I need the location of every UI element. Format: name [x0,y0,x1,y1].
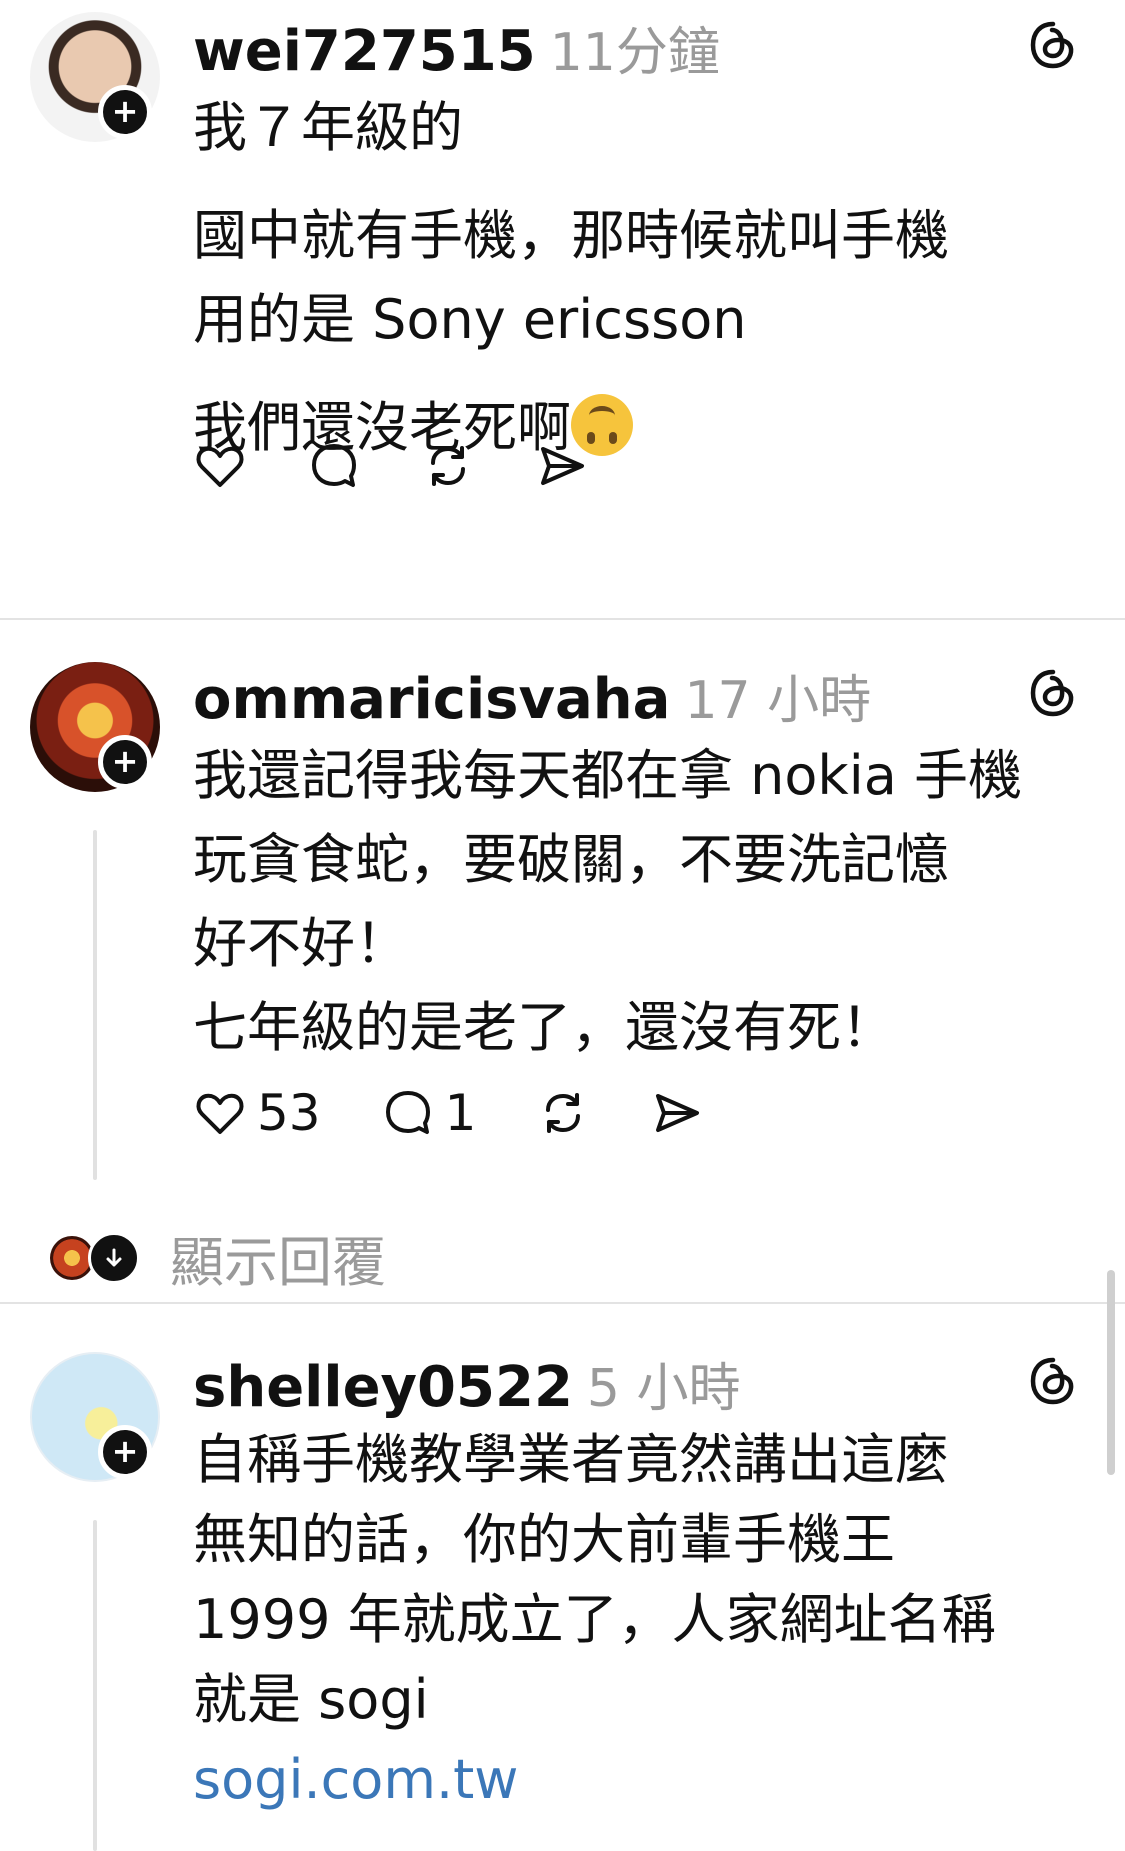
repost-icon [546,1093,581,1133]
show-replies-button[interactable]: 顯示回覆 [50,1218,386,1297]
comment-icon [312,444,356,487]
post-text-line: 自稱手機教學業者竟然講出這麼 [193,1428,949,1491]
post-text-line: 好不好！ [193,912,409,975]
follow-plus-icon[interactable]: + [98,1425,152,1479]
repost-icon [431,446,465,486]
share-icon [541,447,584,485]
reply-button[interactable]: 1 [381,1084,477,1142]
timestamp: 11分鐘 [549,23,720,83]
reply-count: 1 [444,1084,477,1142]
post-header: wei727515 11分鐘 [193,10,720,85]
post-text-line: 無知的話，你的大前輩手機王 [193,1508,895,1571]
heart-icon [196,1093,244,1134]
action-bar: 53 1 [193,1084,764,1142]
username[interactable]: shelley0522 [193,1355,573,1420]
post-text-line: 我還記得我每天都在拿 nokia 手機 [193,744,1022,807]
thread-line [93,830,97,1180]
like-count: 53 [257,1084,321,1142]
show-replies-label: 顯示回覆 [170,1231,386,1294]
thread-line [93,1520,97,1851]
like-button[interactable]: 53 [193,1084,321,1142]
repost-button[interactable] [536,1086,590,1140]
username[interactable]: wei727515 [193,19,536,84]
post-link[interactable]: sogi.com.tw [193,1748,518,1811]
post-text-line: 七年級的是老了，還沒有死！ [193,996,895,1059]
heart-icon [196,446,244,487]
username[interactable]: ommaricisvaha [193,667,670,732]
post-text-line: 國中就有手機，那時候就叫手機 [193,204,949,267]
post-text-line: 玩貪食蛇，要破關，不要洗記憶 [193,828,949,891]
divider [0,618,1125,620]
post-body: 我７年級的 國中就有手機，那時候就叫手機 用的是 Sony ericsson 我… [193,86,949,470]
post-header: ommaricisvaha 17 小時 [193,658,871,733]
chevron-down-icon [88,1231,140,1284]
share-icon [656,1094,700,1132]
timestamp: 5 小時 [586,1359,741,1419]
scrollbar[interactable] [1107,1270,1115,1475]
share-button[interactable] [650,1086,704,1140]
follow-plus-icon[interactable]: + [98,735,152,789]
post-2: + ommaricisvaha 17 小時 我還記得我每天都在拿 nokia 手機… [0,640,1125,1300]
threads-icon[interactable] [1028,1356,1078,1406]
threads-icon[interactable] [1028,20,1078,70]
action-bar [193,439,649,493]
share-button[interactable] [535,439,589,493]
post-body: 自稱手機教學業者竟然講出這麼 無知的話，你的大前輩手機王 1999 年就成立了，… [193,1420,996,1820]
post-text-line: 就是 sogi [193,1668,429,1731]
post-3: + shelley0522 5 小時 自稱手機教學業者竟然講出這麼 無知的話，你的… [0,1320,1125,1851]
reply-button[interactable] [307,439,361,493]
post-header: shelley0522 5 小時 [193,1346,741,1421]
post-text-line: 我７年級的 [193,96,463,159]
post-1: + wei727515 11分鐘 我７年級的 國中就有手機，那時候就叫手機 用的是… [0,0,1125,520]
follow-plus-icon[interactable]: + [98,85,152,139]
divider [0,1302,1125,1304]
threads-icon[interactable] [1028,668,1078,718]
comment-icon [385,1091,430,1134]
repost-button[interactable] [421,439,475,493]
post-text-line: 1999 年就成立了，人家網址名稱 [193,1588,996,1651]
timestamp: 17 小時 [684,671,872,731]
post-text-line: 用的是 Sony ericsson [193,288,747,351]
like-button[interactable] [193,439,247,493]
post-body: 我還記得我每天都在拿 nokia 手機 玩貪食蛇，要破關，不要洗記憶 好不好！ … [193,734,1022,1070]
